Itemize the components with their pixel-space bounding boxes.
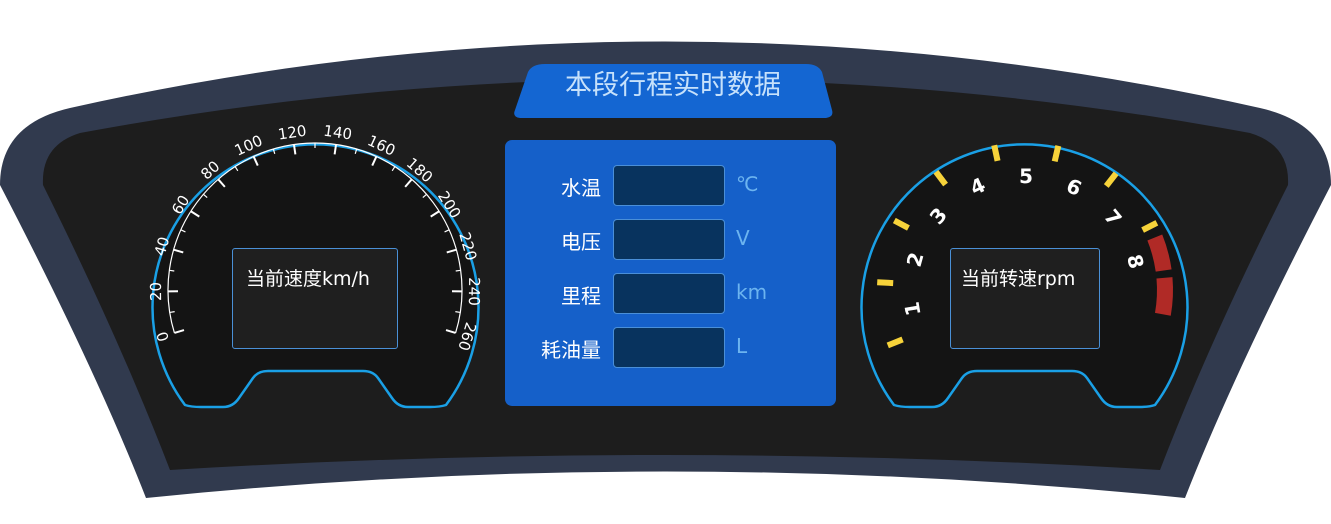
rpm-tick-label: 5 [1019, 164, 1033, 188]
speed-minor-tick [169, 311, 175, 314]
speed-minor-tick [169, 269, 175, 272]
fuel-consumption-value [613, 327, 725, 368]
rpm-label: 当前转速rpm [961, 268, 1076, 290]
trip-title: 本段行程实时数据 [565, 70, 781, 101]
rpm-tick [877, 279, 894, 287]
rpm-redline-segment [1154, 277, 1173, 316]
instrument-cluster: 0 20 40 60 80 100 120 140 160 180 200 220 240 260 123… [0, 0, 1331, 524]
rpm-tick [1051, 145, 1062, 163]
speed-minor-tick [455, 269, 461, 272]
water-temp-label: 水温 [561, 176, 601, 200]
fuel-consumption-unit: L [736, 334, 748, 358]
rpm-tick [991, 144, 1001, 162]
mileage-label: 里程 [561, 284, 601, 308]
speed-major-tick [333, 144, 338, 155]
mileage-unit: km [736, 280, 768, 304]
speed-minor-tick [455, 311, 461, 314]
trip-data-panel: 水温 ℃ 电压 V 里程 km 耗油量 L [505, 140, 836, 406]
mileage-value [613, 273, 725, 314]
fuel-consumption-label: 耗油量 [541, 338, 601, 362]
voltage-value [613, 219, 725, 260]
speed-major-tick [292, 144, 297, 155]
water-temp-value [613, 165, 725, 206]
speed-tick-label: 240 [465, 277, 483, 306]
voltage-label: 电压 [561, 230, 601, 254]
speed-label: 当前速度km/h [246, 268, 370, 290]
water-temp-unit: ℃ [736, 172, 759, 196]
speed-tick-label: 20 [147, 282, 165, 301]
voltage-unit: V [736, 226, 750, 250]
